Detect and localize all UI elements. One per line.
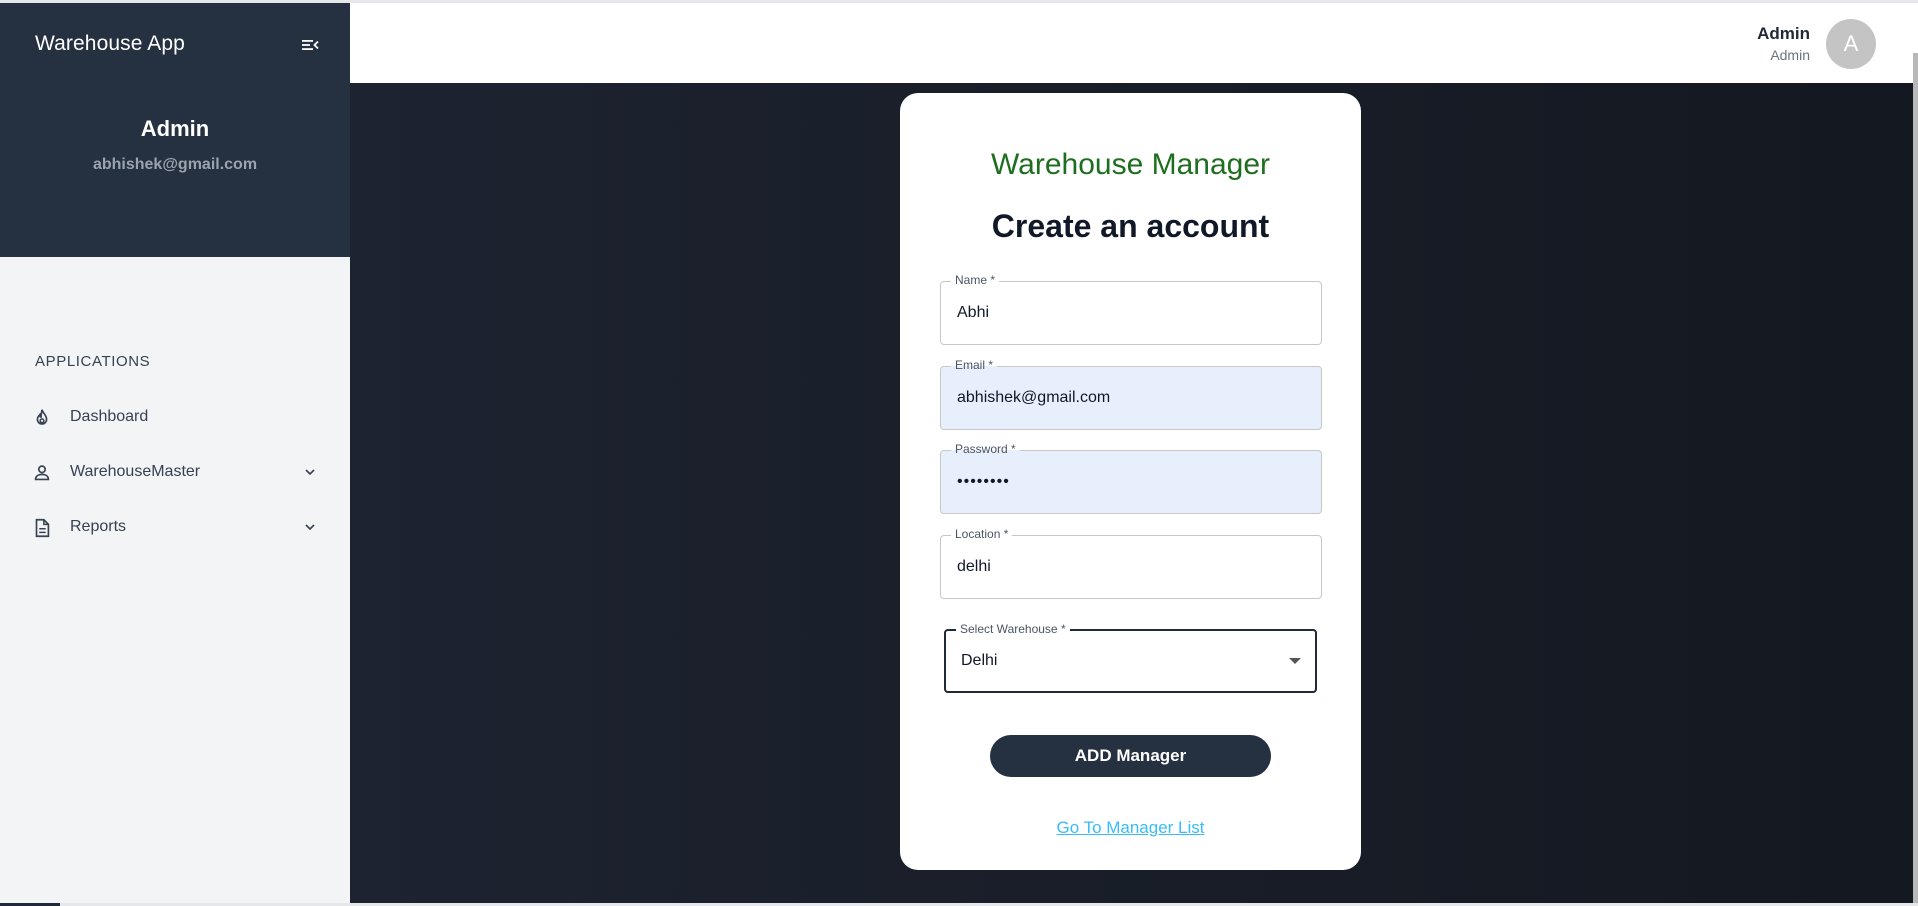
chevron-down-icon — [302, 519, 318, 535]
field-value: Abhi — [957, 304, 990, 321]
form-title: Create an account — [991, 208, 1270, 244]
sidebar-header: Warehouse App Admin abhishek@gmail.com — [0, 3, 350, 257]
create-manager-card: Warehouse Manager Create an account Name… — [900, 93, 1361, 870]
location-field[interactable]: Location * delhi — [940, 525, 1322, 599]
scrollbar[interactable] — [1913, 53, 1918, 906]
name-field[interactable]: Name * Abhi — [940, 271, 1322, 345]
field-label: Name * — [951, 271, 1000, 289]
field-label: Select Warehouse * — [956, 620, 1070, 638]
warehouse-select[interactable]: Select Warehouse * Delhi — [944, 620, 1317, 693]
sidebar: Warehouse App Admin abhishek@gmail.com A… — [0, 3, 350, 906]
profile-email: abhishek@gmail.com — [92, 156, 258, 173]
field-value: delhi — [957, 558, 991, 575]
avatar[interactable]: A — [1826, 19, 1876, 69]
field-label: Password * — [951, 440, 1020, 458]
profile-name: Admin — [140, 116, 210, 141]
form-brand: Warehouse Manager — [990, 148, 1271, 181]
field-value: Delhi — [961, 652, 998, 669]
sidebar-item-dashboard[interactable]: Dashboard — [0, 395, 350, 439]
menu-collapse-icon[interactable] — [300, 35, 320, 55]
top-header: Admin Admin A — [350, 3, 1918, 83]
sidebar-item-warehousemaster[interactable]: WarehouseMaster — [0, 450, 350, 494]
dropdown-arrow-icon — [1289, 658, 1301, 664]
sidebar-item-reports[interactable]: Reports — [0, 505, 350, 549]
field-value: •••••••• — [957, 473, 1010, 490]
email-field[interactable]: Email * abhishek@gmail.com — [940, 356, 1322, 430]
document-icon — [31, 517, 53, 539]
app-title: Warehouse App — [35, 32, 185, 55]
add-manager-button[interactable]: ADD Manager — [990, 735, 1271, 777]
field-label: Email * — [951, 356, 998, 374]
sidebar-item-label: Dashboard — [70, 408, 149, 425]
sidebar-item-label: WarehouseMaster — [70, 463, 201, 480]
field-label: Location * — [951, 525, 1013, 543]
section-label-applications: APPLICATIONS — [35, 353, 151, 370]
header-user-role: Admin — [1770, 47, 1810, 63]
field-value: abhishek@gmail.com — [957, 389, 1111, 406]
chevron-down-icon — [302, 464, 318, 480]
password-field[interactable]: Password * •••••••• — [940, 440, 1322, 514]
fire-icon — [31, 407, 53, 429]
manager-list-link[interactable]: Go To Manager List — [900, 818, 1361, 838]
header-user-name: Admin — [1757, 24, 1810, 43]
sidebar-item-label: Reports — [70, 518, 127, 535]
person-icon — [31, 462, 53, 484]
